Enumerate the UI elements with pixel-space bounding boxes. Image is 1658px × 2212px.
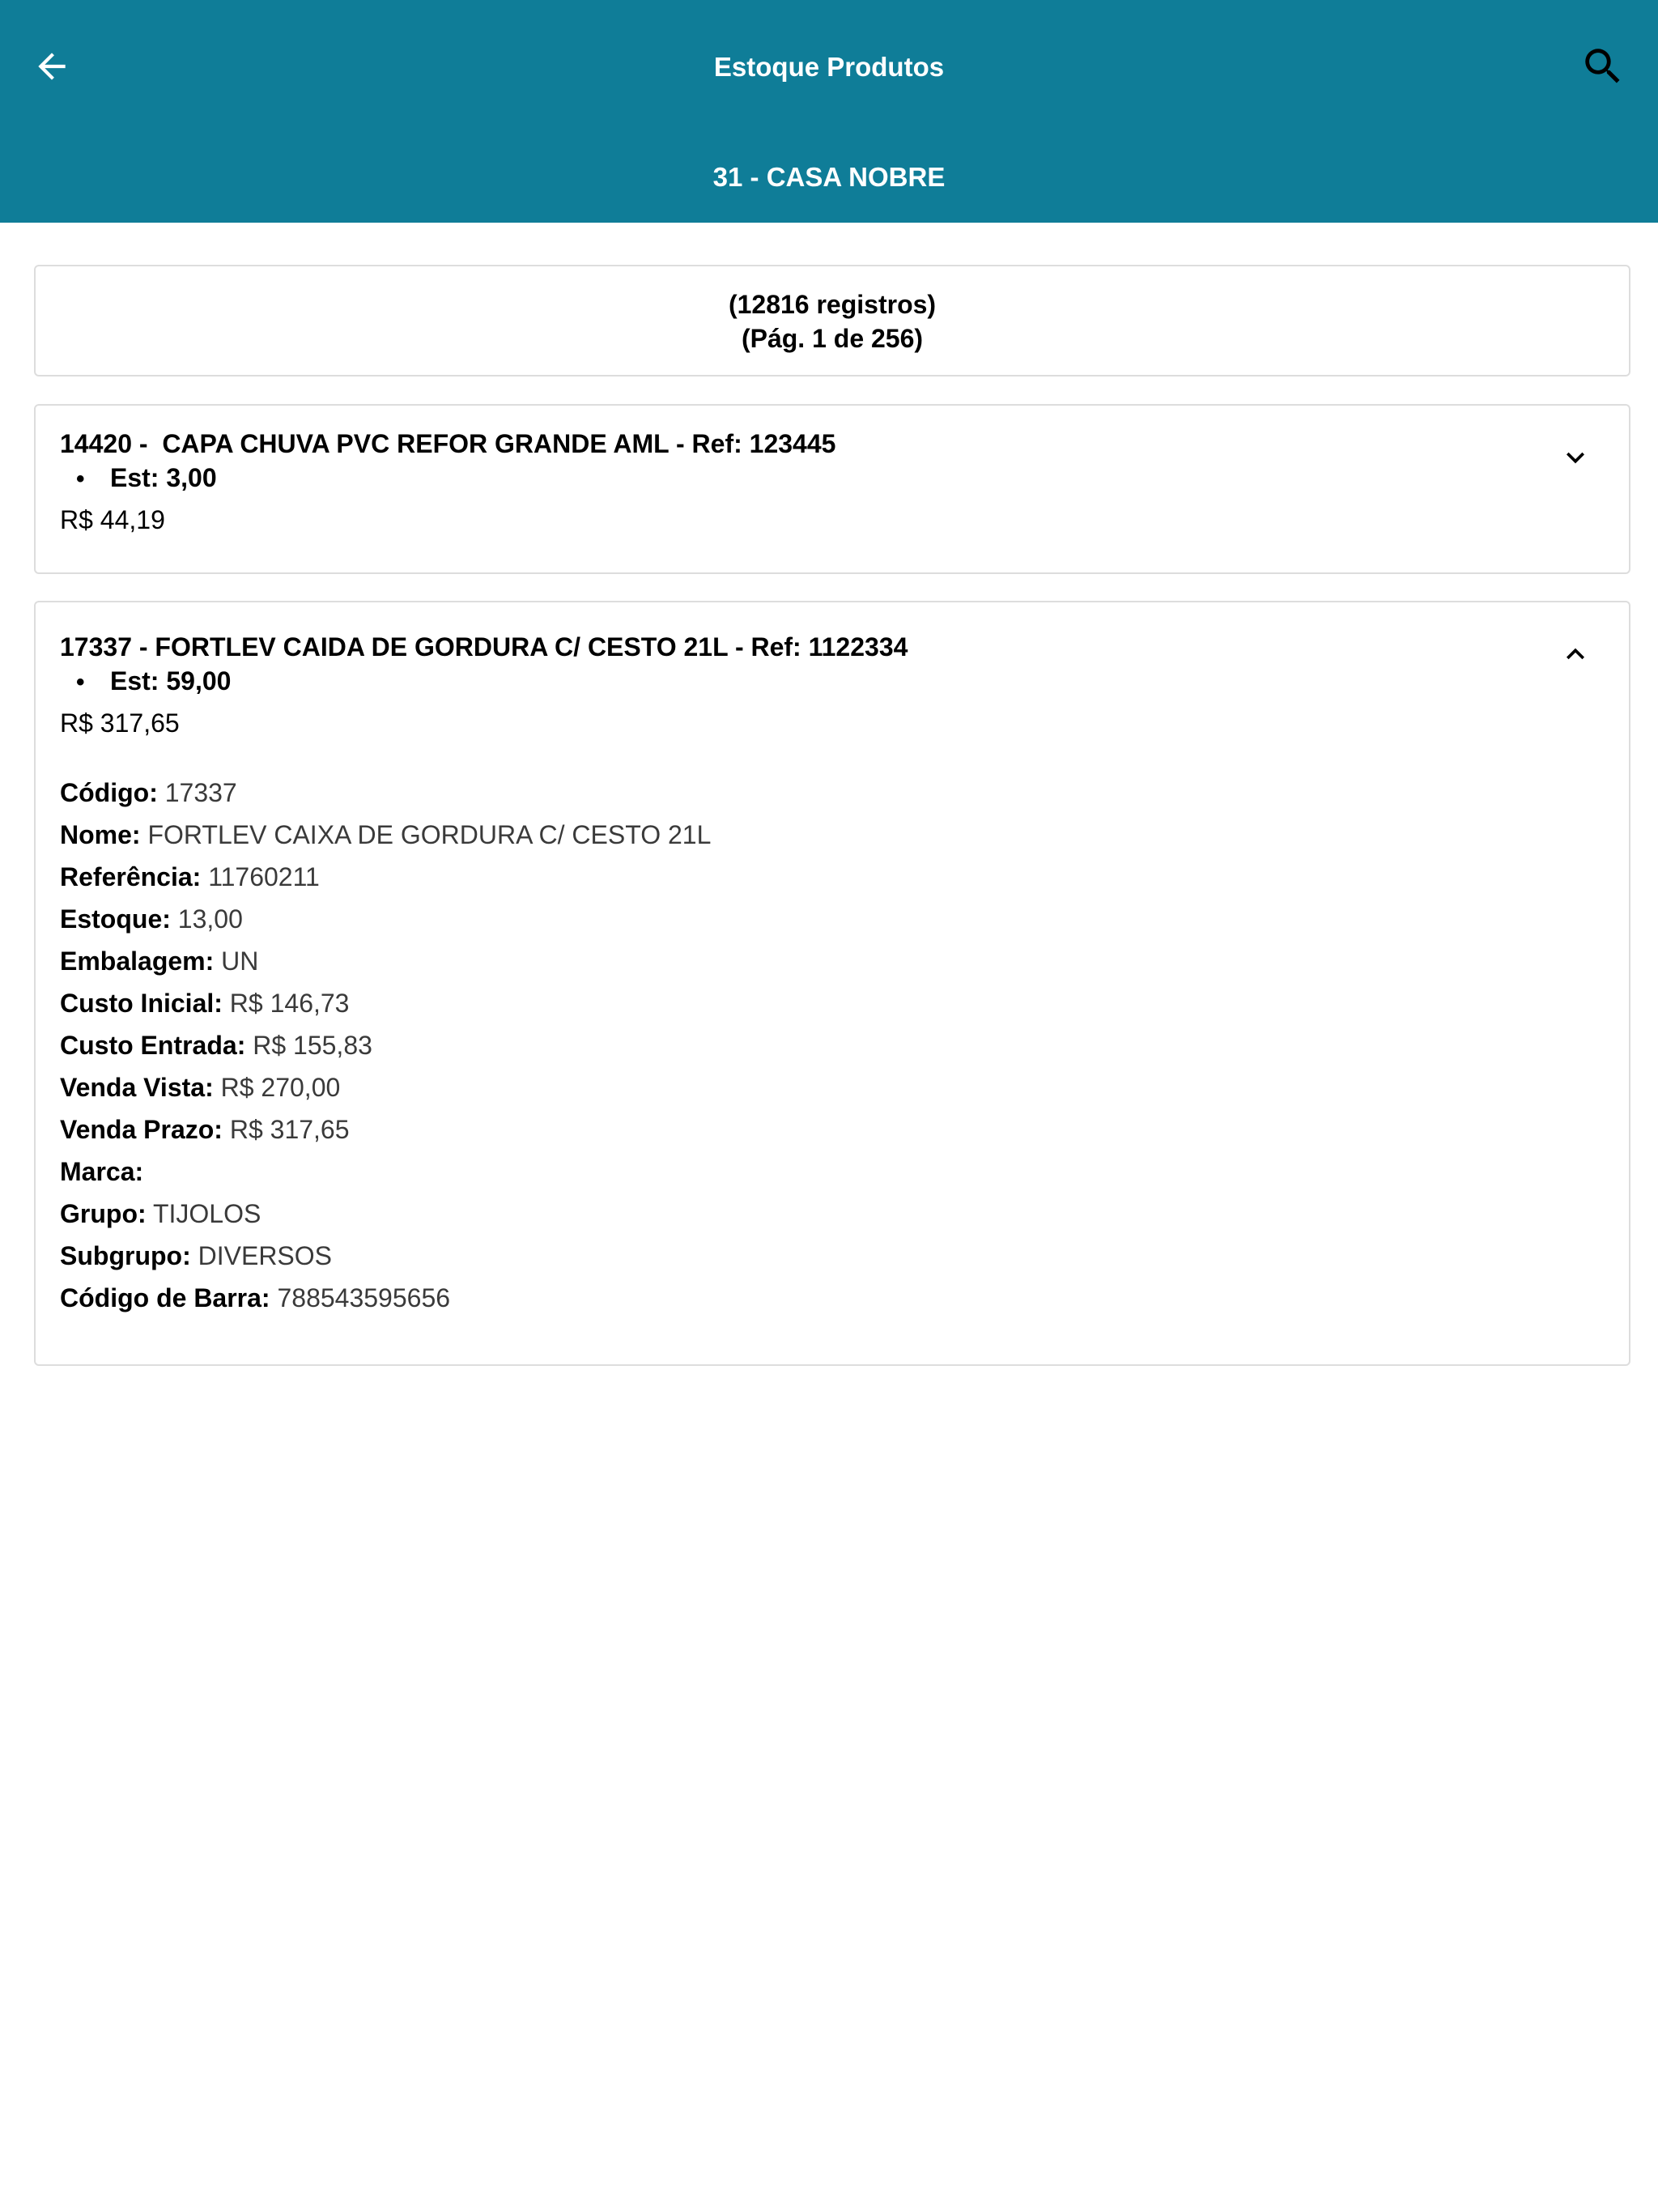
product-stock-value: Est: 59,00 bbox=[110, 666, 232, 696]
detail-custo-entrada: Custo Entrada: R$ 155,83 bbox=[60, 1031, 372, 1060]
product-stock: • Est: 59,00 bbox=[76, 664, 231, 700]
product-card[interactable]: 14420 - CAPA CHUVA PVC REFOR GRANDE AML … bbox=[34, 404, 1630, 574]
detail-codigo-barra: Código de Barra: 788543595656 bbox=[60, 1283, 451, 1312]
records-summary-card: (12816 registros) (Pág. 1 de 256) bbox=[34, 265, 1630, 376]
detail-venda-vista: Venda Vista: R$ 270,00 bbox=[60, 1073, 341, 1102]
app-header: Estoque Produtos 31 - CASA NOBRE bbox=[0, 0, 1658, 223]
product-title: 14420 - CAPA CHUVA PVC REFOR GRANDE AML … bbox=[60, 429, 836, 458]
product-title: 17337 - FORTLEV CAIDA DE GORDURA C/ CEST… bbox=[60, 632, 908, 661]
store-subtitle: 31 - CASA NOBRE bbox=[712, 162, 946, 192]
product-card-expanded[interactable]: 17337 - FORTLEV CAIDA DE GORDURA C/ CEST… bbox=[34, 601, 1630, 1366]
detail-embalagem: Embalagem: UN bbox=[60, 946, 259, 976]
chevron-down-icon bbox=[1567, 452, 1584, 464]
product-price: R$ 44,19 bbox=[60, 505, 165, 534]
bullet-icon: • bbox=[76, 466, 85, 492]
collapse-button[interactable] bbox=[1551, 630, 1600, 678]
detail-referencia: Referência: 11760211 bbox=[60, 862, 320, 891]
product-stock-value: Est: 3,00 bbox=[110, 463, 217, 492]
detail-marca: Marca: bbox=[60, 1157, 144, 1186]
detail-grupo: Grupo: TIJOLOS bbox=[60, 1199, 261, 1228]
detail-venda-prazo: Venda Prazo: R$ 317,65 bbox=[60, 1115, 350, 1144]
detail-custo-inicial: Custo Inicial: R$ 146,73 bbox=[60, 989, 350, 1018]
bullet-icon: • bbox=[76, 669, 85, 696]
detail-nome: Nome: FORTLEV CAIXA DE GORDURA C/ CESTO … bbox=[60, 820, 712, 849]
detail-estoque: Estoque: 13,00 bbox=[60, 904, 243, 934]
records-count: (12816 registros) bbox=[728, 290, 937, 319]
search-button[interactable] bbox=[1569, 36, 1637, 97]
product-stock: • Est: 3,00 bbox=[76, 461, 217, 496]
page-indicator: (Pág. 1 de 256) bbox=[741, 324, 924, 353]
product-price: R$ 317,65 bbox=[60, 708, 180, 738]
search-icon bbox=[1585, 49, 1620, 83]
detail-subgrupo: Subgrupo: DIVERSOS bbox=[60, 1241, 332, 1270]
detail-codigo: Código: 17337 bbox=[60, 778, 237, 807]
chevron-up-icon bbox=[1567, 648, 1584, 660]
page-title: Estoque Produtos bbox=[713, 52, 945, 82]
expand-button[interactable] bbox=[1551, 433, 1600, 482]
